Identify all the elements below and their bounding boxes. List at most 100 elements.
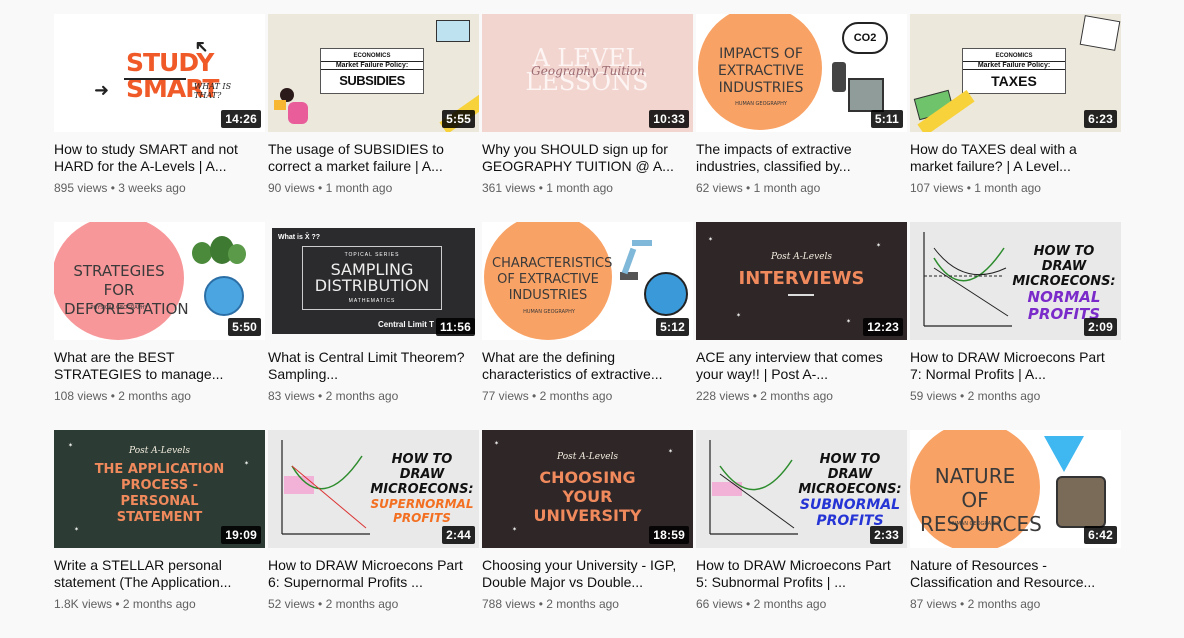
- video-meta: 52 views • 2 months ago: [268, 597, 399, 611]
- video-card[interactable]: A LEVEL LESSONS Geography Tuition 10:33 …: [482, 14, 693, 222]
- video-title[interactable]: How to DRAW Microecons Part 5: Subnormal…: [696, 557, 907, 590]
- video-thumbnail[interactable]: STUDY SMART WHAT IS THAT? ➜ ➜ 14:26: [54, 14, 265, 132]
- video-thumbnail[interactable]: ECONOMICS Market Failure Policy: SUBSIDI…: [268, 14, 479, 132]
- video-meta: 90 views • 1 month ago: [268, 181, 393, 195]
- video-thumbnail[interactable]: IMPACTS OF EXTRACTIVE INDUSTRIES HUMAN G…: [696, 14, 907, 132]
- mine-icon: [1056, 476, 1106, 528]
- person-illustration-icon: [274, 86, 314, 128]
- thumbnail-corner-text: What is X̄ ??: [278, 234, 320, 241]
- cloud-icon: CO2: [842, 22, 888, 54]
- thumbnail-top-text: Post A-Levels: [771, 252, 832, 262]
- video-meta: 895 views • 3 weeks ago: [54, 181, 186, 195]
- thumbnail-title: IMPACTS OF EXTRACTIVE INDUSTRIES: [717, 46, 805, 96]
- thumbnail-title: CHOOSING YOUR UNIVERSITY: [533, 468, 642, 525]
- video-thumbnail[interactable]: Post A-Levels THE APPLICATION PROCESS - …: [54, 430, 265, 548]
- video-meta: 66 views • 2 months ago: [696, 597, 827, 611]
- video-title[interactable]: The usage of SUBSIDIES to correct a mark…: [268, 141, 479, 174]
- factory-icon: [826, 60, 886, 114]
- thumbnail-title: HOW TO DRAW MICROECONS: SUPERNORMAL PROF…: [370, 452, 474, 525]
- video-title[interactable]: ACE any interview that comes your way!! …: [696, 349, 907, 382]
- video-card[interactable]: What is X̄ ?? TOPICAL SERIES SAMPLING DI…: [268, 222, 479, 430]
- video-title[interactable]: How to study SMART and not HARD for the …: [54, 141, 265, 174]
- video-thumbnail[interactable]: Post A-Levels INTERVIEWS ✶ ✶ ✶ ✶ 12:23: [696, 222, 907, 340]
- thumbnail-frame: TOPICAL SERIES SAMPLING DISTRIBUTION MAT…: [302, 246, 442, 310]
- video-thumbnail[interactable]: Post A-Levels CHOOSING YOUR UNIVERSITY ✶…: [482, 430, 693, 548]
- video-card[interactable]: STUDY SMART WHAT IS THAT? ➜ ➜ 14:26 How …: [54, 14, 265, 222]
- video-thumbnail[interactable]: HOW TO DRAW MICROECONS: SUPERNORMAL PROF…: [268, 430, 479, 548]
- video-meta: 87 views • 2 months ago: [910, 597, 1041, 611]
- video-title[interactable]: How do TAXES deal with a market failure?…: [910, 141, 1121, 174]
- video-title[interactable]: Choosing your University - IGP, Double M…: [482, 557, 693, 590]
- video-thumbnail[interactable]: HOW TO DRAW MICROECONS: NORMAL PROFITS 2…: [910, 222, 1121, 340]
- video-thumbnail[interactable]: ECONOMICS Market Failure Policy: TAXES 6…: [910, 14, 1121, 132]
- video-title[interactable]: What are the BEST STRATEGIES to manage..…: [54, 349, 265, 382]
- arrow-icon: ➜: [94, 80, 110, 100]
- thumbnail-top-text: Post A-Levels: [557, 452, 618, 462]
- video-card[interactable]: Post A-Levels INTERVIEWS ✶ ✶ ✶ ✶ 12:23 A…: [696, 222, 907, 430]
- squiggle: [788, 294, 814, 296]
- video-meta: 1.8K views • 2 months ago: [54, 597, 196, 611]
- video-card[interactable]: Post A-Levels THE APPLICATION PROCESS - …: [54, 430, 265, 638]
- video-thumbnail[interactable]: STRATEGIES FOR DEFORESTATION PHYSICAL GE…: [54, 222, 265, 340]
- globe-icon: [204, 276, 244, 316]
- video-title[interactable]: How to DRAW Microecons Part 7: Normal Pr…: [910, 349, 1121, 382]
- video-title[interactable]: The impacts of extractive industries, cl…: [696, 141, 907, 174]
- video-card[interactable]: HOW TO DRAW MICROECONS: SUPERNORMAL PROF…: [268, 430, 479, 638]
- video-duration: 19:09: [221, 526, 261, 544]
- video-title[interactable]: What is Central Limit Theorem? Sampling.…: [268, 349, 479, 382]
- video-duration: 6:23: [1084, 110, 1117, 128]
- video-duration: 2:33: [870, 526, 903, 544]
- video-meta: 228 views • 2 months ago: [696, 389, 833, 403]
- video-card[interactable]: Post A-Levels CHOOSING YOUR UNIVERSITY ✶…: [482, 430, 693, 638]
- chart-paper-icon: [1079, 15, 1121, 51]
- video-meta: 361 views • 1 month ago: [482, 181, 613, 195]
- video-title[interactable]: Why you SHOULD sign up for GEOGRAPHY TUI…: [482, 141, 693, 174]
- thumbnail-card: ECONOMICS Market Failure Policy: SUBSIDI…: [320, 48, 424, 94]
- video-duration: 18:59: [649, 526, 689, 544]
- video-title[interactable]: How to DRAW Microecons Part 6: Supernorm…: [268, 557, 479, 590]
- video-meta: 59 views • 2 months ago: [910, 389, 1041, 403]
- video-duration: 12:23: [863, 318, 903, 336]
- video-thumbnail[interactable]: NATURE OF RESOURCES HUMAN GEOGRAPHY 6:42: [910, 430, 1121, 548]
- thumbnail-foot-text: Central Limit T: [378, 320, 435, 329]
- video-card[interactable]: STRATEGIES FOR DEFORESTATION PHYSICAL GE…: [54, 222, 265, 430]
- video-duration: 6:42: [1084, 526, 1117, 544]
- cost-curve-graph-icon: [709, 440, 798, 535]
- thumbnail-script: Geography Tuition: [531, 64, 645, 78]
- video-meta: 107 views • 1 month ago: [910, 181, 1041, 195]
- thumbnail-subtitle: PHYSICAL GEOGRAPHY: [90, 305, 148, 311]
- robot-arm-icon: [616, 236, 656, 282]
- thumbnail-subtitle: HUMAN GEOGRAPHY: [523, 309, 575, 315]
- video-card[interactable]: HOW TO DRAW MICROECONS: NORMAL PROFITS 2…: [910, 222, 1121, 430]
- video-duration: 14:26: [221, 110, 261, 128]
- trees-icon: [192, 236, 246, 272]
- video-thumbnail[interactable]: A LEVEL LESSONS Geography Tuition 10:33: [482, 14, 693, 132]
- thumbnail-title: THE APPLICATION PROCESS - PERSONAL STATE…: [94, 462, 225, 525]
- globe-icon: [644, 272, 688, 316]
- video-duration: 11:56: [435, 318, 475, 336]
- video-meta: 77 views • 2 months ago: [482, 389, 613, 403]
- video-meta: 788 views • 2 months ago: [482, 597, 619, 611]
- video-thumbnail[interactable]: CHARACTERISTICS OF EXTRACTIVE INDUSTRIES…: [482, 222, 693, 340]
- thumbnail-top-text: Post A-Levels: [129, 446, 190, 456]
- video-card[interactable]: ECONOMICS Market Failure Policy: SUBSIDI…: [268, 14, 479, 222]
- video-duration: 5:12: [656, 318, 689, 336]
- thumbnail-subtitle: HUMAN GEOGRAPHY: [735, 101, 787, 107]
- video-duration: 5:11: [870, 110, 903, 128]
- cost-curve-graph-icon: [923, 232, 1012, 327]
- video-duration: 5:50: [228, 318, 261, 336]
- underline: [124, 78, 186, 80]
- video-card[interactable]: HOW TO DRAW MICROECONS: SUBNORMAL PROFIT…: [696, 430, 907, 638]
- thumbnail-title: CHARACTERISTICS OF EXTRACTIVE INDUSTRIES: [492, 256, 613, 303]
- video-card[interactable]: CHARACTERISTICS OF EXTRACTIVE INDUSTRIES…: [482, 222, 693, 430]
- video-thumbnail[interactable]: What is X̄ ?? TOPICAL SERIES SAMPLING DI…: [268, 222, 479, 340]
- video-card[interactable]: NATURE OF RESOURCES HUMAN GEOGRAPHY 6:42…: [910, 430, 1121, 638]
- video-title[interactable]: Write a STELLAR personal statement (The …: [54, 557, 265, 590]
- video-title[interactable]: Nature of Resources - Classification and…: [910, 557, 1121, 590]
- video-thumbnail[interactable]: HOW TO DRAW MICROECONS: SUBNORMAL PROFIT…: [696, 430, 907, 548]
- video-title[interactable]: What are the defining characteristics of…: [482, 349, 693, 382]
- video-duration: 10:33: [649, 110, 689, 128]
- video-card[interactable]: IMPACTS OF EXTRACTIVE INDUSTRIES HUMAN G…: [696, 14, 907, 222]
- video-card[interactable]: ECONOMICS Market Failure Policy: TAXES 6…: [910, 14, 1121, 222]
- video-duration: 2:44: [442, 526, 475, 544]
